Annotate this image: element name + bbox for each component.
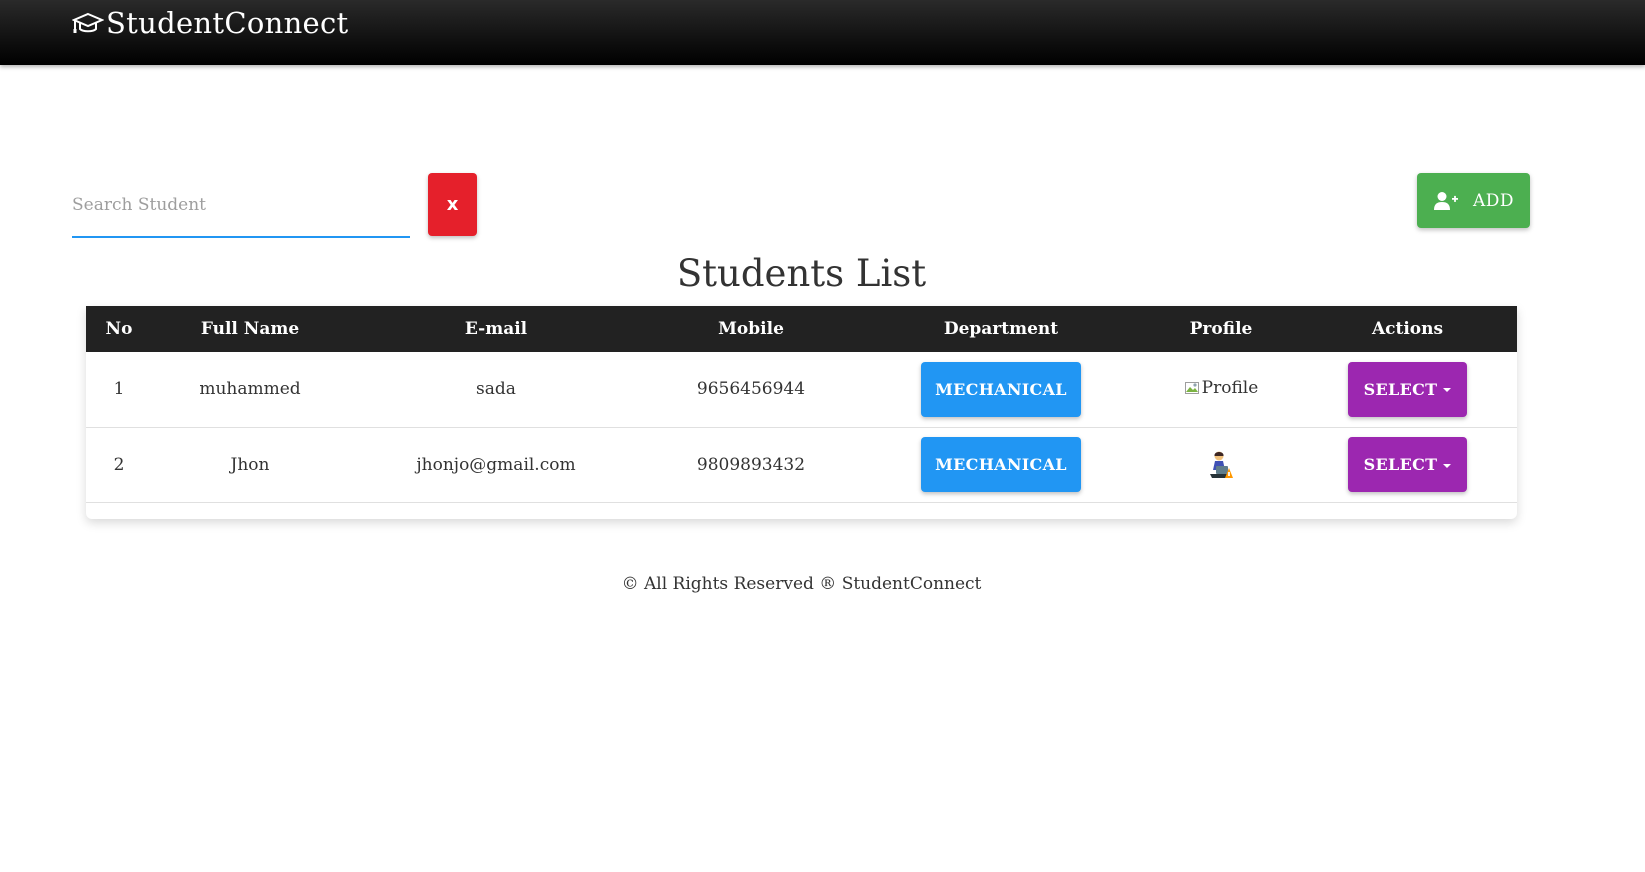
department-button[interactable]: MECHANICAL xyxy=(921,361,1081,417)
clear-search-label: x xyxy=(446,194,459,215)
table-header-row: No Full Name E-mail Mobile Department Pr… xyxy=(86,306,1517,352)
cell-department: MECHANICAL xyxy=(858,352,1144,427)
cell-actions: SELECT xyxy=(1298,352,1517,427)
caret-down-icon xyxy=(1443,463,1452,468)
cell-full-name: Jhon xyxy=(230,454,270,475)
header-profile: Profile xyxy=(1189,319,1253,339)
broken-image-icon xyxy=(1184,381,1199,394)
cell-mobile: 9809893432 xyxy=(696,454,806,475)
cell-department: MECHANICAL xyxy=(858,427,1144,502)
cell-email: jhonjo@gmail.com xyxy=(416,454,576,475)
select-dropdown-button[interactable]: SELECT xyxy=(1348,437,1467,492)
cell-email: sada xyxy=(476,379,516,400)
header-no: No xyxy=(105,319,133,339)
header-mobile: Mobile xyxy=(718,319,784,339)
select-label: SELECT xyxy=(1363,455,1438,474)
page-title: Students List xyxy=(676,252,927,295)
user-plus-icon xyxy=(1433,191,1458,210)
search-field xyxy=(72,180,410,238)
select-dropdown-button[interactable]: SELECT xyxy=(1348,361,1467,417)
profile-image-broken: Profile xyxy=(1184,377,1259,398)
header-department: Department xyxy=(943,319,1059,339)
table-row: 2 Jhon jhonjo@gmail.com 9809893432 MECHA… xyxy=(86,427,1517,502)
clear-search-button[interactable]: x xyxy=(428,173,477,236)
search-input[interactable] xyxy=(72,180,410,230)
add-student-button[interactable]: ADD xyxy=(1417,173,1530,228)
cell-no: 2 xyxy=(113,454,125,475)
cell-full-name: muhammed xyxy=(199,379,301,400)
footer-copyright: © All Rights Reserved ® StudentConnect xyxy=(621,574,982,594)
header-full-name: Full Name xyxy=(200,319,300,339)
graduation-cap-icon xyxy=(72,12,104,33)
students-table-card: No Full Name E-mail Mobile Department Pr… xyxy=(86,306,1517,519)
table-row: 1 muhammed sada 9656456944 MECHANICAL Pr… xyxy=(86,352,1517,427)
cell-mobile: 9656456944 xyxy=(696,379,806,400)
profile-avatar-image xyxy=(1210,451,1233,478)
cell-no: 1 xyxy=(113,379,125,400)
select-label: SELECT xyxy=(1363,379,1438,399)
brand-link[interactable]: StudentConnect xyxy=(72,6,349,40)
add-button-label: ADD xyxy=(1472,190,1515,211)
header-email: E-mail xyxy=(464,319,528,339)
cell-actions: SELECT xyxy=(1298,427,1517,502)
profile-alt-text: Profile xyxy=(1201,377,1259,398)
navbar: StudentConnect xyxy=(0,0,1645,65)
header-actions: Actions xyxy=(1371,319,1444,339)
students-table: No Full Name E-mail Mobile Department Pr… xyxy=(86,306,1517,503)
cell-profile xyxy=(1144,427,1298,502)
brand-name: StudentConnect xyxy=(106,6,349,40)
cell-profile: Profile xyxy=(1144,352,1298,427)
caret-down-icon xyxy=(1443,388,1452,393)
department-button[interactable]: MECHANICAL xyxy=(921,437,1081,492)
